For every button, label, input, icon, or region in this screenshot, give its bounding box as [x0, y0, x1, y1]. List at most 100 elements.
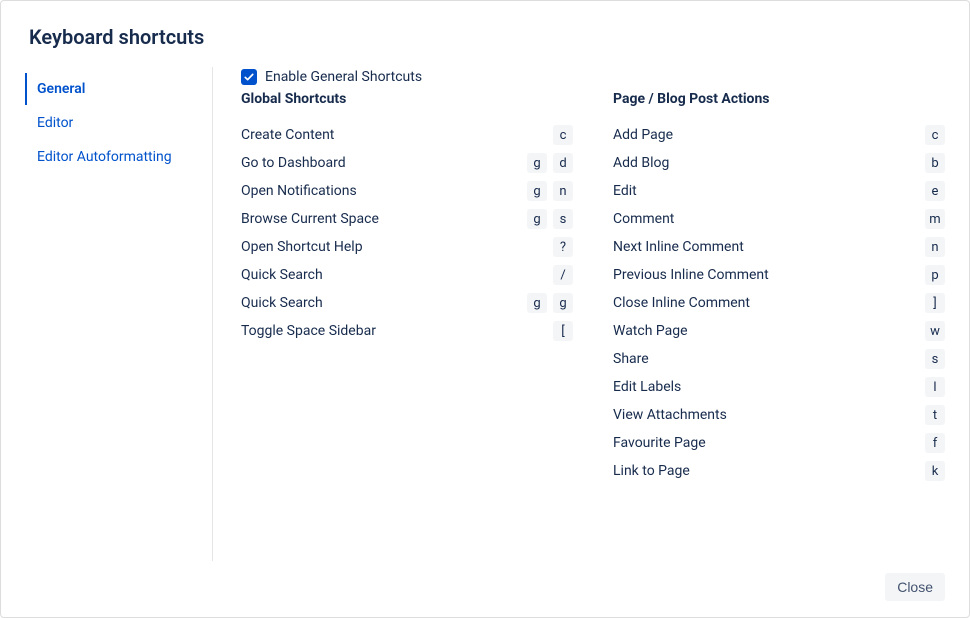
shortcut-label: Previous Inline Comment — [613, 267, 925, 283]
keyboard-key: g — [527, 293, 547, 313]
shortcut-keys: c — [553, 125, 573, 145]
sidebar-item-general[interactable]: General — [25, 73, 204, 105]
shortcut-label: Add Page — [613, 127, 925, 143]
shortcut-keys: f — [925, 433, 945, 453]
shortcut-keys: m — [925, 209, 945, 229]
keyboard-key: l — [925, 377, 945, 397]
shortcut-label: Edit — [613, 183, 925, 199]
keyboard-key: g — [527, 153, 547, 173]
close-button[interactable]: Close — [885, 573, 945, 601]
shortcut-keys: s — [925, 349, 945, 369]
shortcut-row: Add Pagec — [613, 121, 945, 149]
dialog-title: Keyboard shortcuts — [25, 25, 945, 49]
shortcut-row: Shares — [613, 345, 945, 373]
keyboard-key: g — [553, 293, 573, 313]
content-panel: Enable General Shortcuts Global Shortcut… — [213, 67, 945, 561]
keyboard-key: n — [553, 181, 573, 201]
shortcut-keys: e — [925, 181, 945, 201]
shortcut-keys: c — [925, 125, 945, 145]
shortcut-row: Browse Current Spacegs — [241, 205, 573, 233]
keyboard-key: n — [925, 237, 945, 257]
check-icon — [243, 71, 255, 83]
shortcut-row: Add Blogb — [613, 149, 945, 177]
shortcut-row: Create Contentc — [241, 121, 573, 149]
keyboard-key: s — [925, 349, 945, 369]
keyboard-key: t — [925, 405, 945, 425]
enable-shortcuts-label: Enable General Shortcuts — [265, 69, 422, 85]
sidebar-item-label: Editor — [37, 115, 73, 131]
shortcut-label: Close Inline Comment — [613, 295, 925, 311]
shortcut-keys: l — [925, 377, 945, 397]
shortcut-keys: w — [925, 321, 945, 341]
shortcut-label: Share — [613, 351, 925, 367]
shortcut-keys: gn — [527, 181, 573, 201]
shortcut-keys: [ — [553, 321, 573, 341]
keyboard-key: / — [553, 265, 573, 285]
keyboard-shortcuts-dialog: Keyboard shortcuts General Editor Editor A… — [0, 0, 970, 618]
shortcut-row: Quick Searchgg — [241, 289, 573, 317]
sidebar-item-label: General — [37, 81, 85, 97]
shortcut-row: View Attachmentst — [613, 401, 945, 429]
shortcut-row: Close Inline Comment] — [613, 289, 945, 317]
keyboard-key: f — [925, 433, 945, 453]
shortcut-label: Browse Current Space — [241, 211, 527, 227]
shortcut-label: Add Blog — [613, 155, 925, 171]
shortcut-keys: gs — [527, 209, 573, 229]
keyboard-key: g — [527, 181, 547, 201]
keyboard-key: c — [925, 125, 945, 145]
shortcut-label: Watch Page — [613, 323, 925, 339]
shortcut-label: Edit Labels — [613, 379, 925, 395]
shortcut-row: Commentm — [613, 205, 945, 233]
sidebar: General Editor Editor Autoformatting — [25, 67, 213, 561]
section-title: Global Shortcuts — [241, 91, 573, 107]
shortcut-keys: gd — [527, 153, 573, 173]
section-title: Page / Blog Post Actions — [613, 91, 945, 107]
shortcut-row: Quick Search/ — [241, 261, 573, 289]
shortcut-row: Next Inline Commentn — [613, 233, 945, 261]
shortcut-row: Edit Labelsl — [613, 373, 945, 401]
shortcut-label: Favourite Page — [613, 435, 925, 451]
shortcut-keys: ? — [553, 237, 573, 257]
shortcut-row: Go to Dashboardgd — [241, 149, 573, 177]
keyboard-key: ? — [553, 237, 573, 257]
shortcut-label: Quick Search — [241, 295, 527, 311]
keyboard-key: s — [553, 209, 573, 229]
shortcut-keys: k — [925, 461, 945, 481]
shortcut-row: Link to Pagek — [613, 457, 945, 485]
shortcut-keys: t — [925, 405, 945, 425]
shortcut-keys: gg — [527, 293, 573, 313]
keyboard-key: m — [925, 209, 945, 229]
shortcut-keys: ] — [925, 293, 945, 313]
sidebar-item-editor[interactable]: Editor — [25, 107, 204, 139]
shortcut-column: Global ShortcutsCreate ContentcGo to Das… — [241, 91, 573, 485]
sidebar-item-editor-autoformatting[interactable]: Editor Autoformatting — [25, 141, 204, 173]
keyboard-key: c — [553, 125, 573, 145]
shortcut-label: Open Shortcut Help — [241, 239, 553, 255]
keyboard-key: [ — [553, 321, 573, 341]
sidebar-item-label: Editor Autoformatting — [37, 149, 172, 165]
shortcut-label: Link to Page — [613, 463, 925, 479]
enable-shortcuts-checkbox[interactable] — [241, 69, 257, 85]
shortcut-keys: p — [925, 265, 945, 285]
shortcut-label: Comment — [613, 211, 925, 227]
shortcut-label: Open Notifications — [241, 183, 527, 199]
keyboard-key: e — [925, 181, 945, 201]
shortcut-columns: Global ShortcutsCreate ContentcGo to Das… — [241, 91, 945, 485]
keyboard-key: p — [925, 265, 945, 285]
keyboard-key: g — [527, 209, 547, 229]
keyboard-key: ] — [925, 293, 945, 313]
shortcut-row: Open Notificationsgn — [241, 177, 573, 205]
keyboard-key: d — [553, 153, 573, 173]
shortcut-label: Go to Dashboard — [241, 155, 527, 171]
shortcut-row: Open Shortcut Help? — [241, 233, 573, 261]
shortcut-row: Edite — [613, 177, 945, 205]
shortcut-label: Next Inline Comment — [613, 239, 925, 255]
shortcut-row: Toggle Space Sidebar[ — [241, 317, 573, 345]
shortcut-keys: / — [553, 265, 573, 285]
shortcut-label: Quick Search — [241, 267, 553, 283]
keyboard-key: b — [925, 153, 945, 173]
dialog-body: General Editor Editor Autoformatting Enabl… — [25, 67, 945, 561]
shortcut-label: Toggle Space Sidebar — [241, 323, 553, 339]
shortcut-row: Previous Inline Commentp — [613, 261, 945, 289]
shortcut-keys: b — [925, 153, 945, 173]
